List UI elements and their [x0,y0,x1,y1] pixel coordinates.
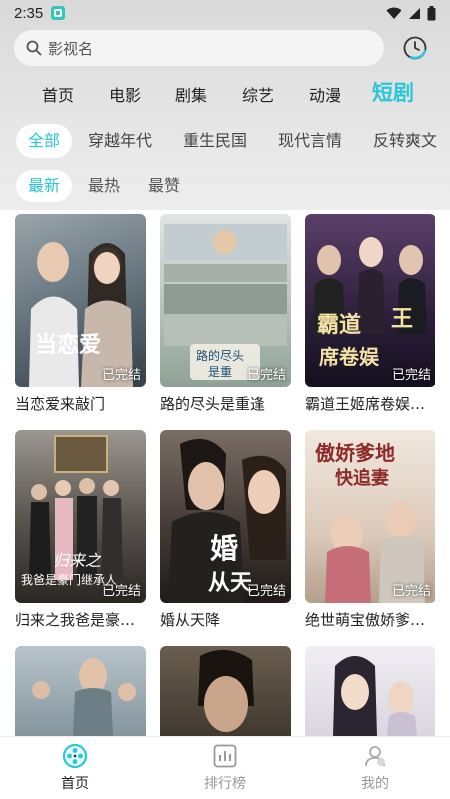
tab-short-drama[interactable]: 短剧 [372,77,414,107]
drama-title: 霸道王姬席卷娱乐圈 [305,395,435,413]
bottom-navigation: 首页 排行榜 我的 [0,736,450,799]
sort-chip-most-liked[interactable]: 最赞 [136,170,192,202]
poster-artwork [198,649,254,732]
search-row: 影视名 [14,30,436,66]
svg-text:婚: 婚 [210,532,238,565]
drama-title: 绝世萌宝傲娇爹地快追妻 [305,611,435,629]
drama-card[interactable]: 当恋爱 已完结 当恋爱来敲门 [15,214,146,414]
clock-icon [403,36,427,60]
drama-title: 路的尽头是重逢 [160,395,266,413]
genre-chip-modern-romance[interactable]: 现代言情 [266,124,354,158]
status-badge: 已完结 [246,584,286,599]
nav-home-label: 首页 [61,776,89,792]
svg-text:当恋爱: 当恋爱 [35,332,101,358]
poster-image: 婚 从天 已完结 [160,430,291,603]
user-icon [365,746,385,767]
tab-anime[interactable]: 动漫 [309,82,341,106]
poster-artwork: 傲娇爹地 快追妻 [315,441,425,603]
tab-movies[interactable]: 电影 [109,82,141,106]
svg-text:归来之: 归来之 [53,551,102,570]
drama-title: 婚从天降 [160,611,221,629]
poster-image [15,646,146,736]
nav-profile[interactable]: 我的 [325,743,425,793]
poster-artwork [333,656,417,736]
drama-card[interactable]: 路的尽头 是重 已完结 路的尽头是重逢 [160,214,291,414]
drama-card[interactable]: 婚 从天 已完结 婚从天降 [160,430,291,630]
status-badge: 已完结 [246,368,286,383]
svg-text:傲娇爹地: 傲娇爹地 [315,441,395,465]
cellular-icon [409,7,420,19]
poster-image: 路的尽头 是重 已完结 [160,214,291,387]
status-badge: 已完结 [391,584,431,599]
drama-card[interactable] [160,646,291,736]
status-badge: 已完结 [101,584,141,599]
sort-filter-row: 最新 最热 最赞 [0,170,450,202]
drama-title: 归来之我爸是豪门继承人 [15,611,146,629]
svg-text:路的尽头: 路的尽头 [196,348,244,363]
poster-artwork [32,658,136,736]
poster-artwork: 路的尽头 是重 [164,224,287,380]
watch-history-button[interactable] [400,33,430,63]
tab-series[interactable]: 剧集 [175,82,207,106]
status-indicators [386,5,436,21]
nav-home[interactable]: 首页 [25,743,125,793]
svg-text:王: 王 [391,307,413,332]
poster-image [305,646,435,736]
poster-image: 傲娇爹地 快追妻 已完结 [305,430,435,603]
svg-text:席卷娱: 席卷娱 [319,345,380,369]
nav-ranking-label: 排行榜 [204,776,246,792]
drama-card[interactable] [15,646,146,736]
tab-variety[interactable]: 综艺 [242,82,274,106]
sort-chip-hottest[interactable]: 最热 [76,170,132,202]
drama-card[interactable]: 傲娇爹地 快追妻 已完结 绝世萌宝傲娇爹地快追妻 [305,430,435,630]
drama-card[interactable]: 归来之 我爸是豪门继承人 已完结 归来之我爸是豪门继承人 [15,430,146,630]
genre-chip-twist[interactable]: 反转爽文 [361,124,449,158]
film-reel-icon [62,743,88,769]
status-bar: 2:35 [0,0,450,26]
wifi-icon [386,7,402,19]
search-placeholder: 影视名 [48,39,94,58]
nav-profile-label: 我的 [361,776,389,792]
genre-chip-time-travel[interactable]: 穿越年代 [76,124,164,158]
nav-ranking[interactable]: 排行榜 [175,743,275,793]
poster-image: 霸道 王 席卷娱 已完结 [305,214,435,387]
poster-image: 当恋爱 已完结 [15,214,146,387]
search-icon [26,40,42,56]
svg-text:是重: 是重 [208,365,232,379]
status-badge: 已完结 [391,368,431,383]
poster-artwork: 婚 从天 [168,438,286,603]
sort-chip-newest[interactable]: 最新 [16,170,73,202]
bar-chart-icon [213,744,237,768]
main-category-tabs: 首页 电影 剧集 综艺 动漫 短剧 [0,74,450,110]
app-notification-icon [51,6,66,20]
drama-card[interactable] [305,646,435,736]
drama-title: 当恋爱来敲门 [15,395,106,413]
drama-card[interactable]: 霸道 王 席卷娱 已完结 霸道王姬席卷娱乐圈 [305,214,435,414]
poster-artwork: 当恋爱 [29,242,133,387]
battery-icon [427,5,436,20]
svg-text:快追妻: 快追妻 [335,467,389,489]
status-time: 2:35 [14,4,44,22]
tab-home[interactable]: 首页 [42,82,74,106]
poster-artwork: 归来之 我爸是豪门继承人 [21,435,123,587]
genre-chip-all[interactable]: 全部 [16,124,73,158]
poster-image [160,646,291,736]
poster-image: 归来之 我爸是豪门继承人 已完结 [15,430,146,603]
drama-grid: 当恋爱 已完结 当恋爱来敲门 路的尽头 是重 已完结 路的尽头是重逢 霸道 王 … [15,214,435,736]
poster-artwork: 霸道 王 席卷娱 [313,237,427,369]
genre-filter-row: 全部 穿越年代 重生民国 现代言情 反转爽文 [0,124,450,158]
svg-text:霸道: 霸道 [317,312,361,338]
genre-chip-rebirth[interactable]: 重生民国 [171,124,259,158]
status-badge: 已完结 [101,368,141,383]
search-input[interactable]: 影视名 [14,30,384,66]
